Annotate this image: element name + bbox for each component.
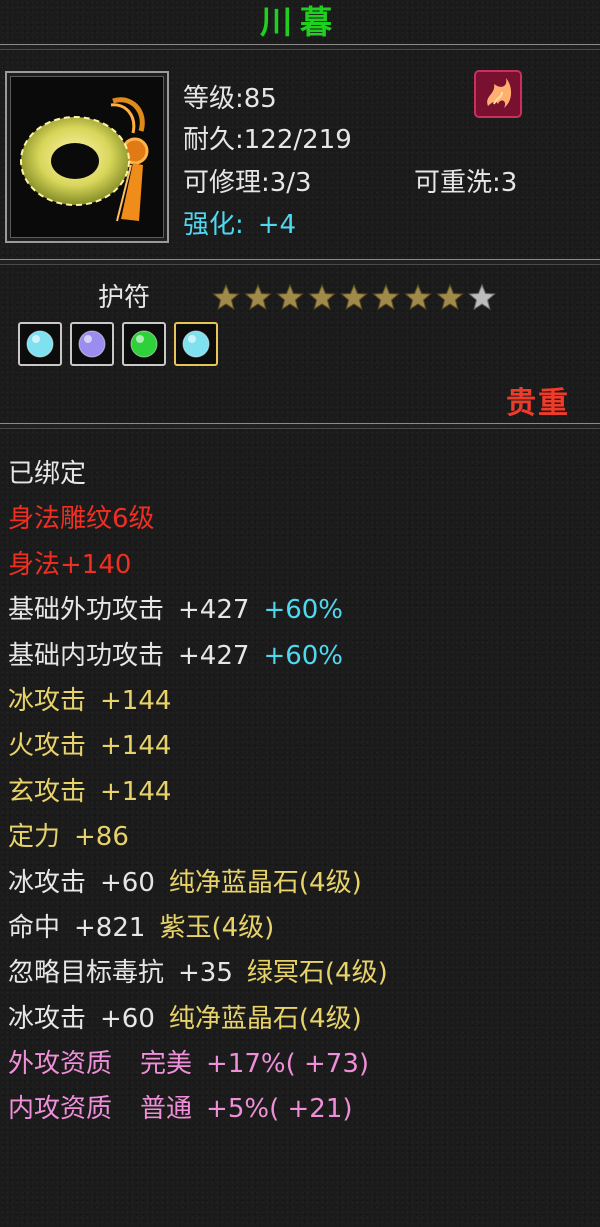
star-filled-icon — [340, 283, 368, 311]
property-label: 冰攻击 — [8, 1003, 87, 1034]
flame-buff-icon[interactable] — [474, 70, 522, 118]
property-label: 冰攻击 — [8, 685, 87, 716]
divider — [0, 259, 600, 265]
property-label: 内攻资质 — [8, 1094, 113, 1125]
property-extra: ( +73) — [285, 1049, 370, 1080]
star-filled-icon — [308, 283, 336, 311]
property-value: +17% — [206, 1049, 286, 1080]
star-empty-icon — [468, 283, 496, 311]
property-label: 玄攻击 — [8, 776, 87, 807]
divider — [0, 423, 600, 429]
gem-name: 紫玉(4级) — [159, 912, 275, 943]
property-value: +821 — [74, 912, 146, 943]
outer-attack-line: 基础外功攻击 +427 +60% — [8, 588, 388, 633]
star-rating — [210, 283, 498, 311]
property-label: 冰攻击 — [8, 867, 87, 898]
property-value: +144 — [100, 731, 172, 762]
enhance-value: +4 — [257, 210, 297, 240]
gem-slot[interactable] — [18, 322, 62, 366]
gem-slot[interactable] — [122, 322, 166, 366]
item-name: 川暮 — [259, 3, 340, 41]
star-filled-icon — [372, 283, 400, 311]
aptitude-line: 内攻资质 普通 +5%( +21) — [8, 1087, 388, 1132]
property-value: +35 — [178, 958, 233, 989]
property-value: +86 — [74, 822, 129, 853]
gem-name: 绿冥石(4级) — [246, 958, 388, 989]
item-icon-frame[interactable] — [5, 71, 169, 243]
aptitude-grade: 完美 — [140, 1049, 193, 1080]
rarity-label: 贵重 — [506, 386, 570, 421]
fire-attack-line: 火攻击 +144 — [8, 724, 388, 769]
property-label: 火攻击 — [8, 731, 87, 762]
item-level: 等级:85 — [183, 84, 277, 114]
property-percent: +60% — [263, 595, 344, 626]
property-extra: ( +21) — [269, 1094, 353, 1125]
cyan-gem-icon — [182, 330, 210, 358]
property-value: +60 — [100, 1003, 155, 1034]
property-value: +427 — [178, 595, 250, 626]
focus-line: 定力 +86 — [8, 815, 388, 860]
property-label: 基础外功攻击 — [8, 595, 165, 626]
property-percent: +60% — [263, 640, 344, 671]
agility-line: 身法+140 — [8, 549, 132, 580]
property-value: +144 — [100, 776, 172, 807]
star-filled-icon — [276, 283, 304, 311]
property-label: 命中 — [8, 912, 61, 943]
item-rewashable: 可重洗:3 — [414, 168, 518, 198]
gem-bonus-line: 忽略目标毒抗 +35 绿冥石(4级) — [8, 951, 388, 996]
green-gem-icon — [130, 330, 158, 358]
ice-attack-line: 冰攻击 +144 — [8, 679, 388, 724]
gem-name: 纯净蓝晶石(4级) — [168, 867, 362, 898]
bound-status: 已绑定 — [8, 459, 87, 489]
enhance-label: 强化: — [183, 210, 244, 240]
aptitude-grade: 普通 — [140, 1094, 193, 1125]
item-durability: 耐久:122/219 — [183, 125, 352, 155]
property-value: +60 — [100, 867, 155, 898]
cyan-gem-icon — [26, 330, 54, 358]
gem-slot[interactable] — [70, 322, 114, 366]
property-label: 忽略目标毒抗 — [8, 958, 165, 989]
gem-bonus-line: 冰攻击 +60 纯净蓝晶石(4级) — [8, 861, 388, 906]
property-label: 外攻资质 — [8, 1049, 113, 1080]
mystic-attack-line: 玄攻击 +144 — [8, 770, 388, 815]
jade-ring-amulet-icon — [20, 97, 149, 222]
property-value: +427 — [178, 640, 250, 671]
gem-slot[interactable] — [174, 322, 218, 366]
item-repairable: 可修理:3/3 — [183, 168, 312, 198]
property-value: +5% — [206, 1094, 270, 1125]
star-filled-icon — [436, 283, 464, 311]
item-enhance: 强化: +4 — [183, 204, 296, 241]
item-type: 护符 — [98, 283, 151, 313]
property-list: 已绑定 身法雕纹6级 身法+140 基础外功攻击 +427 +60% 基础内功攻击 +… — [8, 452, 388, 1133]
property-value: +144 — [100, 685, 172, 716]
purple-gem-icon — [78, 330, 106, 358]
carving-line: 身法雕纹6级 — [8, 504, 155, 535]
star-filled-icon — [244, 283, 272, 311]
gem-bonus-line: 命中 +821 紫玉(4级) — [8, 906, 388, 951]
gem-slots — [18, 322, 218, 366]
gem-bonus-line: 冰攻击 +60 纯净蓝晶石(4级) — [8, 997, 388, 1042]
property-label: 定力 — [8, 822, 61, 853]
property-label: 基础内功攻击 — [8, 640, 165, 671]
divider — [0, 44, 600, 50]
gem-name: 纯净蓝晶石(4级) — [168, 1003, 362, 1034]
star-filled-icon — [404, 283, 432, 311]
inner-attack-line: 基础内功攻击 +427 +60% — [8, 634, 388, 679]
star-filled-icon — [212, 283, 240, 311]
aptitude-line: 外攻资质 完美 +17%( +73) — [8, 1042, 388, 1087]
